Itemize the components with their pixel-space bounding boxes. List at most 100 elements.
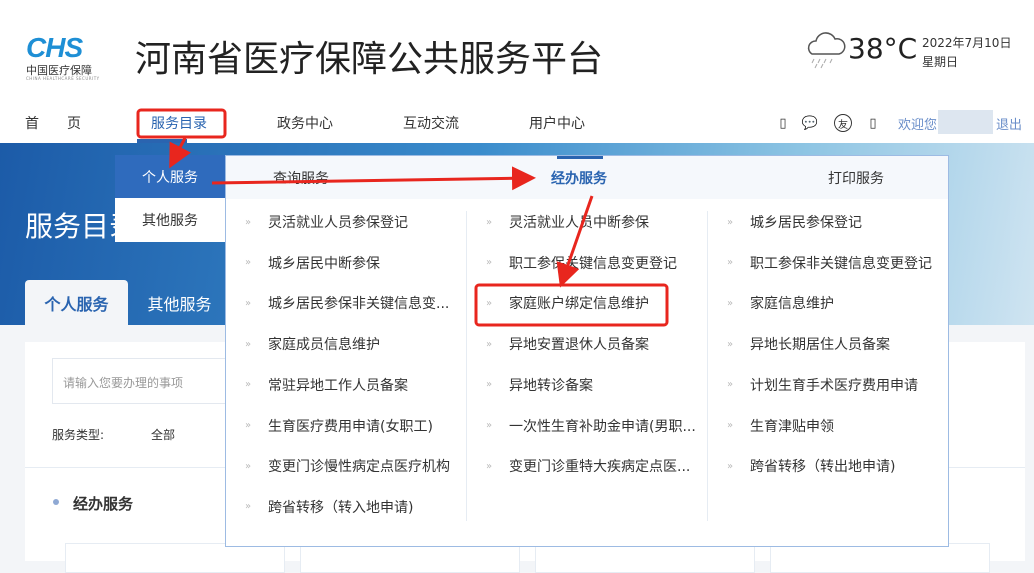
service-item-label: 家庭成员信息维护 [268,337,380,354]
double-chevron-icon: » [245,420,251,431]
service-item-label: 灵活就业人员参保登记 [268,215,408,231]
double-chevron-icon: » [486,420,492,431]
service-item-label: 职工参保非关键信息变更登记 [750,255,932,272]
service-item-label: 跨省转移（转出地申请) [750,459,896,476]
double-chevron-icon: » [727,257,733,269]
site-header: CHS 中国医疗保障 CHINA HEALTHCARE SECURITY 河南省… [0,0,1034,143]
weekday: 星期日 [922,55,959,69]
tab-other-service[interactable]: 其他服务 [128,280,231,325]
service-item[interactable]: » 跨省转移（转出地申请) [727,456,895,476]
dropdown-category-menu: 个人服务 其他服务 [115,155,225,242]
service-item-label: 一次性生育补助金申请(男职... [509,418,696,435]
service-item[interactable]: » 常驻异地工作人员备案 [245,375,408,395]
service-item-label: 异地安置退休人员备案 [509,337,649,354]
service-item-label: 城乡居民参保非关键信息变... [268,296,450,313]
double-chevron-icon: » [245,379,251,391]
search-input[interactable]: 请输入您要办理的事项 [52,358,252,404]
date: 2022年7月10日 [922,36,1012,50]
bullet-icon [53,499,59,505]
service-item[interactable]: » 生育津贴申领 [727,416,834,436]
service-item[interactable]: » 城乡居民参保登记 [727,212,862,232]
service-type-all[interactable]: 全部 [151,426,175,443]
service-item[interactable]: » 家庭成员信息维护 [245,334,380,354]
service-item[interactable]: » 异地转诊备案 [486,375,593,395]
service-card[interactable] [770,543,990,573]
nav-home[interactable]: 首 页 [25,113,81,133]
service-item[interactable]: » 变更门诊重特大疾病定点医... [486,456,690,476]
phone-icon[interactable]: ▯ [864,114,882,132]
service-item[interactable]: » 灵活就业人员参保登记 [245,212,408,232]
double-chevron-icon: » [727,420,733,431]
service-item[interactable]: » 职工参保非关键信息变更登记 [727,253,932,273]
nav-user-center[interactable]: 用户中心 [529,113,585,133]
service-item[interactable]: » 计划生育手术医疗费用申请 [727,375,918,395]
service-item[interactable]: » 职工参保关键信息变更登记 [486,253,677,273]
dropdown-menu: 查询服务 经办服务 打印服务 » 灵活就业人员参保登记 » 城乡居民中断参保 » 城乡居民… [225,155,949,547]
double-chevron-icon: » [486,297,492,309]
double-chevron-icon: » [486,257,492,269]
service-item-label: 常驻异地工作人员备案 [268,377,408,394]
mobile-icon[interactable]: ▯ [774,114,792,132]
service-item[interactable]: » 家庭信息维护 [727,293,834,313]
service-item-label: 跨省转移（转入地申请) [268,499,414,516]
temperature: 38°C [848,32,918,65]
section-title: 经办服务 [73,495,134,513]
nav-service-catalog[interactable]: 服务目录 [151,113,207,133]
site-title: 河南省医疗保障公共服务平台 [135,39,604,80]
double-chevron-icon: » [727,297,733,309]
dropdown-personal-service[interactable]: 个人服务 [115,155,225,198]
double-chevron-icon: » [486,216,492,228]
service-card[interactable] [535,543,755,573]
service-item-label: 灵活就业人员中断参保 [509,215,649,231]
service-item[interactable]: » 跨省转移（转入地申请) [245,497,413,517]
service-item[interactable]: » 一次性生育补助金申请(男职... [486,416,696,436]
logo-subtext: CHINA HEALTHCARE SECURITY [26,76,100,81]
dropdown-tab-handling[interactable]: 经办服务 [551,156,607,199]
welcome-text: 欢迎您 [898,118,938,133]
service-item[interactable]: » 生育医疗费用申请(女职工) [245,416,433,436]
double-chevron-icon: » [486,338,492,350]
service-item-label: 城乡居民中断参保 [268,255,380,272]
service-item-label: 城乡居民参保登记 [750,215,862,231]
service-item-label: 计划生育手术医疗费用申请 [750,377,918,394]
tab-personal-service[interactable]: 个人服务 [25,280,128,325]
nav-interaction[interactable]: 互动交流 [403,113,459,133]
double-chevron-icon: » [727,460,733,472]
service-item[interactable]: » 变更门诊慢性病定点医疗机构 [245,456,450,476]
service-item-label: 家庭信息维护 [750,296,834,313]
double-chevron-icon: » [245,257,251,269]
double-chevron-icon: » [727,216,733,228]
double-chevron-icon: » [486,460,492,472]
double-chevron-icon: » [486,379,492,391]
service-card[interactable] [300,543,520,573]
service-item[interactable]: » 异地安置退休人员备案 [486,334,649,354]
wechat-icon[interactable]: 💬 [801,114,819,132]
service-card[interactable] [65,543,285,573]
service-item[interactable]: » 灵活就业人员中断参保 [486,212,649,232]
service-item-label: 生育津贴申领 [750,418,834,435]
alipay-icon[interactable]: 友 [834,114,852,132]
double-chevron-icon: » [727,338,733,350]
username-blurred [938,110,993,134]
service-item-label: 异地长期居住人员备案 [750,337,890,354]
double-chevron-icon: » [245,460,251,472]
service-item[interactable]: » 城乡居民中断参保 [245,253,380,273]
nav-government-center[interactable]: 政务中心 [277,113,333,133]
chs-logo[interactable]: CHS [26,32,83,64]
service-item-label: 变更门诊慢性病定点医疗机构 [268,459,450,476]
logout-link[interactable]: 退出 [996,114,1022,133]
dropdown-tab-print[interactable]: 打印服务 [828,156,884,199]
column-divider [466,211,467,521]
double-chevron-icon: » [245,297,251,309]
service-item-label: 职工参保关键信息变更登记 [509,255,677,272]
service-item[interactable]: » 城乡居民参保非关键信息变... [245,293,449,313]
service-item[interactable]: » 异地长期居住人员备案 [727,334,890,354]
date-display: 2022年7月10日 星期日 [922,34,1011,72]
dropdown-other-service[interactable]: 其他服务 [115,198,225,241]
service-item-label: 变更门诊重特大疾病定点医... [509,459,691,476]
service-item-label: 生育医疗费用申请(女职工) [268,418,433,435]
dropdown-tab-query[interactable]: 查询服务 [273,156,329,199]
cloud-rain-icon [807,32,846,69]
double-chevron-icon: » [245,501,251,513]
service-item[interactable]: » 家庭账户绑定信息维护 [486,293,649,313]
